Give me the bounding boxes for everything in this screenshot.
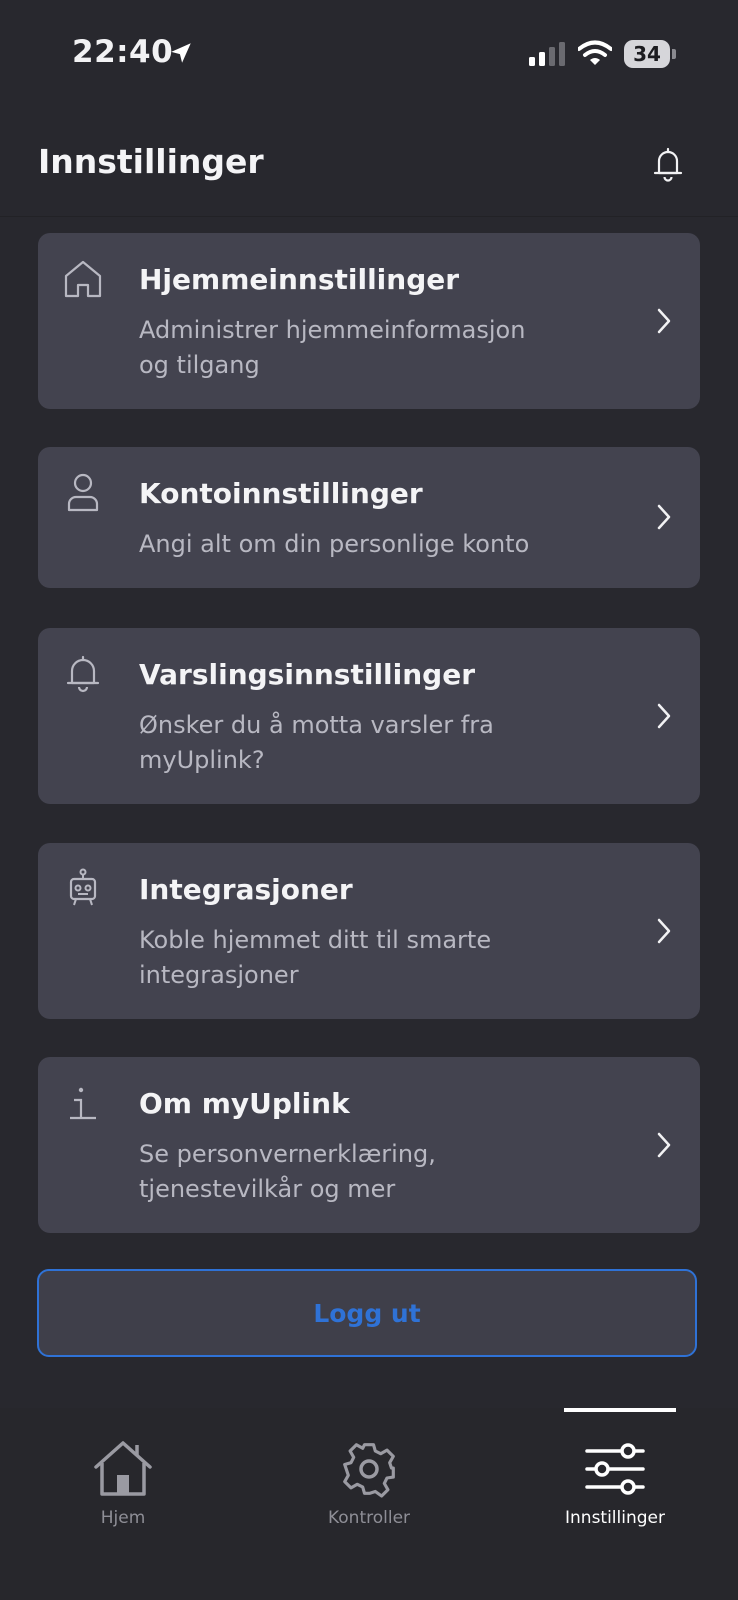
chevron-right-icon: [657, 918, 671, 944]
info-icon: [70, 1087, 96, 1120]
battery-level: 34: [633, 42, 661, 66]
chevron-right-icon: [657, 1132, 671, 1158]
page-header: Innstillinger: [0, 110, 738, 217]
settings-card-desc: Angi alt om din personlige konto: [139, 530, 530, 558]
settings-card-account[interactable]: Kontoinnstillinger Angi alt om din perso…: [38, 447, 700, 588]
tab-label: Hjem: [100, 1508, 146, 1528]
active-tab-indicator: [564, 1408, 676, 1412]
settings-card-desc: Koble hjemmet ditt til smarte integrasjo…: [139, 926, 492, 989]
status-bar: 22:40 34: [0, 0, 738, 110]
sliders-icon: [585, 1443, 645, 1495]
status-time: 22:40: [72, 34, 174, 70]
settings-card-desc: Se personvernerklæring, tjenestevilkår o…: [139, 1140, 436, 1203]
house-icon: [94, 1441, 152, 1496]
tab-label: Innstillinger: [565, 1508, 665, 1528]
gear-icon: [343, 1443, 395, 1498]
tab-settings[interactable]: Innstillinger: [492, 1408, 738, 1600]
signal-icon: [529, 42, 565, 66]
settings-card-title: Integrasjoner: [139, 873, 353, 906]
notification-bell-icon[interactable]: [650, 144, 686, 184]
logout-label: Logg ut: [313, 1298, 421, 1328]
settings-card-title: Hjemmeinnstillinger: [139, 263, 460, 296]
wifi-icon: [578, 40, 612, 65]
chevron-right-icon: [657, 703, 671, 729]
settings-card-title: Om myUplink: [139, 1087, 350, 1120]
settings-card-desc: Ønsker du å motta varsler fra myUplink?: [139, 711, 494, 774]
settings-card-notifications[interactable]: Varslingsinnstillinger Ønsker du å motta…: [38, 628, 700, 804]
settings-card-integrations[interactable]: Integrasjoner Koble hjemmet ditt til sma…: [38, 843, 700, 1019]
bell-icon: [66, 655, 100, 693]
settings-card-title: Kontoinnstillinger: [139, 477, 423, 510]
chevron-right-icon: [657, 504, 671, 530]
tab-label: Kontroller: [327, 1508, 411, 1528]
logout-button[interactable]: Logg ut: [37, 1269, 697, 1357]
user-icon: [67, 473, 99, 512]
tab-home[interactable]: Hjem: [0, 1408, 246, 1600]
tab-bar: Hjem Kontroller Innstillinger: [0, 1408, 738, 1600]
battery-icon: 34: [624, 40, 676, 68]
tab-controls[interactable]: Kontroller: [246, 1408, 492, 1600]
location-arrow-icon: [171, 43, 191, 63]
page-title: Innstillinger: [38, 142, 264, 181]
settings-card-about[interactable]: Om myUplink Se personvernerklæring, tjen…: [38, 1057, 700, 1233]
home-icon: [64, 260, 102, 298]
robot-icon: [69, 868, 97, 906]
chevron-right-icon: [657, 308, 671, 334]
settings-card-home[interactable]: Hjemmeinnstillinger Administrer hjemmein…: [38, 233, 700, 409]
settings-card-desc: Administrer hjemmeinformasjon og tilgang: [139, 316, 526, 379]
settings-card-title: Varslingsinnstillinger: [139, 658, 476, 691]
